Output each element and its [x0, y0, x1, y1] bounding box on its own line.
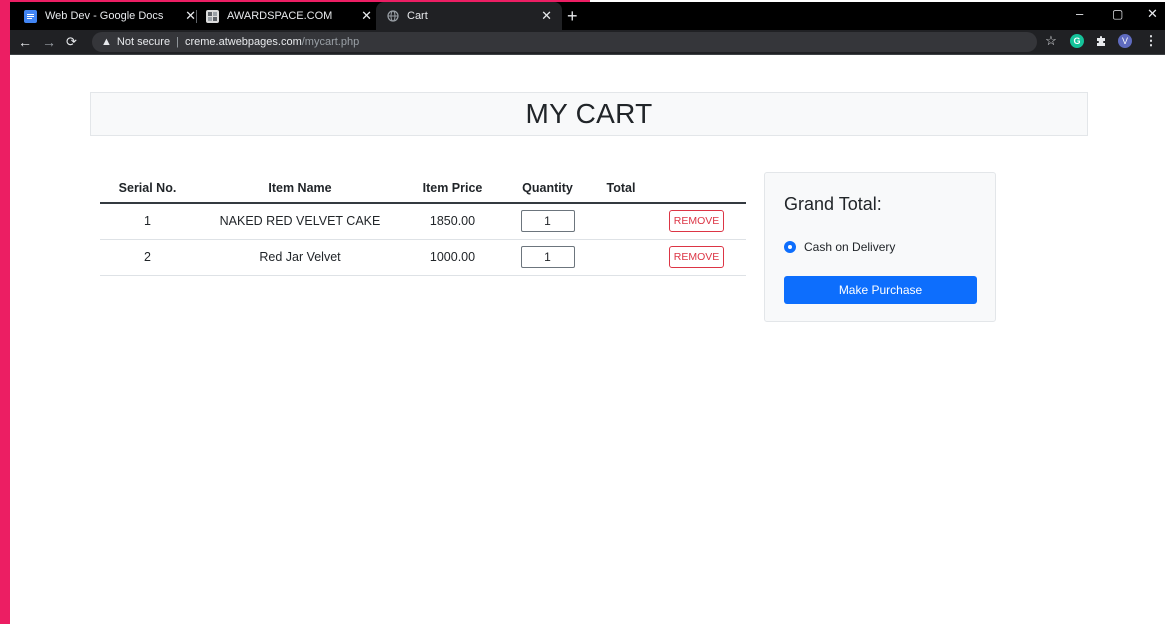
- reload-icon[interactable]: ⟳: [66, 33, 77, 51]
- payment-option-cod[interactable]: Cash on Delivery: [784, 240, 895, 254]
- remove-button[interactable]: REMOVE: [669, 246, 724, 268]
- menu-dots-icon[interactable]: ⋮: [1144, 33, 1158, 48]
- back-arrow-icon[interactable]: ←: [18, 33, 32, 51]
- quantity-input[interactable]: [520, 246, 575, 268]
- table-row: 2 Red Jar Velvet 1000.00 REMOVE: [100, 239, 746, 276]
- tab-title: AWARDSPACE.COM: [227, 10, 333, 22]
- globe-icon: [386, 10, 399, 23]
- make-purchase-button[interactable]: Make Purchase: [784, 276, 977, 304]
- quantity-cell: [500, 239, 595, 276]
- maximize-icon[interactable]: ▢: [1112, 6, 1123, 22]
- column-header-action: [647, 173, 746, 204]
- close-icon[interactable]: ✕: [361, 9, 372, 23]
- grammarly-extension-icon[interactable]: G: [1070, 34, 1084, 48]
- browser-tab-bar: Web Dev - Google Docs ✕ AWARDSPACE.COM ✕…: [10, 2, 1165, 30]
- remove-button[interactable]: REMOVE: [669, 210, 724, 233]
- tab-cart[interactable]: Cart ✕: [376, 2, 562, 30]
- radio-selected-icon[interactable]: [784, 241, 796, 253]
- serial-cell: 1: [100, 203, 195, 240]
- quantity-cell: [500, 203, 595, 240]
- action-cell: REMOVE: [647, 203, 746, 240]
- column-header-serial: Serial No.: [100, 173, 195, 204]
- item-price-cell: 1000.00: [405, 239, 500, 276]
- action-cell: REMOVE: [647, 239, 746, 276]
- docs-icon: [24, 9, 37, 23]
- tab-awardspace[interactable]: AWARDSPACE.COM ✕: [206, 2, 382, 30]
- tab-divider: [196, 10, 197, 23]
- quantity-input[interactable]: [520, 210, 575, 233]
- url-domain: creme.atwebpages.com: [184, 36, 302, 48]
- profile-avatar[interactable]: V: [1118, 34, 1132, 48]
- page-title: MY CART: [525, 98, 653, 129]
- table-header-row: Serial No. Item Name Item Price Quantity…: [100, 173, 746, 204]
- new-tab-button[interactable]: +: [567, 5, 578, 27]
- tab-title: Web Dev - Google Docs: [45, 10, 164, 22]
- close-icon[interactable]: ✕: [185, 9, 196, 23]
- table-row: 1 NAKED RED VELVET CAKE 1850.00 REMOVE: [100, 203, 746, 240]
- grand-total-heading: Grand Total:: [784, 194, 882, 214]
- forward-arrow-icon[interactable]: →: [42, 33, 56, 51]
- close-icon[interactable]: ✕: [541, 9, 552, 23]
- item-name-cell: NAKED RED VELVET CAKE: [195, 203, 405, 240]
- minimize-icon[interactable]: –: [1076, 6, 1083, 22]
- total-cell: [595, 203, 647, 240]
- tab-title: Cart: [407, 10, 428, 22]
- side-accent-strip: [0, 0, 10, 624]
- address-bar[interactable]: ▲ Not secure | creme.atwebpages.com/myca…: [92, 32, 1037, 52]
- payment-option-label: Cash on Delivery: [804, 240, 896, 254]
- column-header-item-name: Item Name: [195, 173, 405, 204]
- tab-google-docs[interactable]: Web Dev - Google Docs ✕: [24, 2, 206, 30]
- cart-table: Serial No. Item Name Item Price Quantity…: [100, 173, 746, 276]
- extensions-puzzle-icon[interactable]: [1094, 34, 1108, 48]
- warning-icon: ▲: [101, 36, 112, 48]
- window-close-icon[interactable]: ✕: [1147, 6, 1158, 22]
- column-header-quantity: Quantity: [500, 173, 595, 204]
- serial-cell: 2: [100, 239, 195, 276]
- browser-toolbar: ← → ⟳ ▲ Not secure | creme.atwebpages.co…: [10, 30, 1165, 55]
- star-icon[interactable]: ☆: [1044, 33, 1058, 48]
- total-cell: [595, 239, 647, 276]
- screen: Web Dev - Google Docs ✕ AWARDSPACE.COM ✕…: [0, 0, 1165, 624]
- item-name-cell: Red Jar Velvet: [195, 239, 405, 276]
- awardspace-icon: [206, 9, 219, 23]
- item-price-cell: 1850.00: [405, 203, 500, 240]
- security-label: Not secure: [116, 36, 171, 48]
- url-path: /mycart.php: [301, 36, 360, 48]
- order-summary-card: Grand Total: Cash on Delivery Make Purch…: [764, 172, 996, 322]
- address-separator: |: [176, 36, 179, 48]
- column-header-item-price: Item Price: [405, 173, 500, 204]
- page-header: MY CART: [90, 92, 1088, 136]
- column-header-total: Total: [595, 173, 647, 204]
